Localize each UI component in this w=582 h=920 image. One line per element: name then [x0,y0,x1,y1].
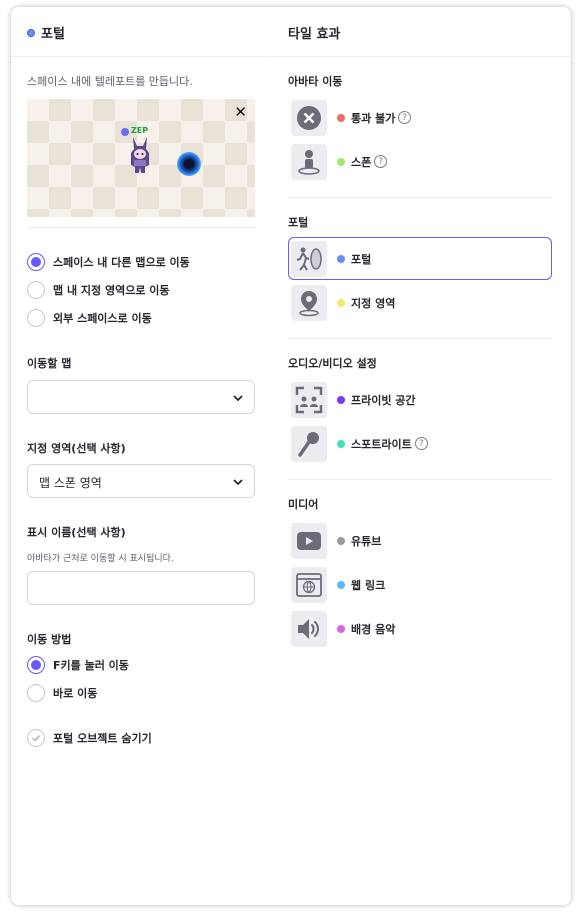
radio-selected[interactable] [27,253,45,271]
designated-area-label: 지정 영역(선택 사항) [27,442,126,455]
tile-effects-pane: 타일 효과 아바타 이동 통과 불가 ? 스폰 ? 포털 포털 지정 영역 오디… [272,7,571,905]
private-space-icon [291,381,327,418]
option-label: F키를 눌러 이동 [53,659,129,672]
tile-background-music[interactable]: 배경 음악 [288,607,552,650]
tile-color-dot [337,624,345,633]
help-icon[interactable]: ? [374,155,388,168]
category-title: 포털 [288,216,309,229]
tile-color-dot [337,439,345,448]
tile-color-dot [337,298,345,307]
divider [288,197,552,198]
portal-vortex-icon [177,152,201,176]
avatar-sprite-icon [131,137,149,173]
player-badge-icon [121,128,129,136]
tile-label: 지정 영역 [351,296,396,310]
portal-settings-pane: 포털 스페이스 내에 텔레포트를 만듭니다. ✕ ZEP 스페이스 내 다른 맵… [11,7,271,905]
move-method-instant[interactable]: 바로 이동 [27,684,97,702]
tile-no-entry[interactable]: 통과 불가 ? [288,96,552,139]
tile-label: 배경 음악 [351,622,396,636]
web-link-icon [291,566,327,603]
designated-area-select[interactable]: 맵 스폰 영역 [27,464,255,498]
tile-label: 웹 링크 [351,578,386,592]
move-method-press-f[interactable]: F키를 눌러 이동 [27,656,129,674]
spawn-person-icon [291,143,327,180]
divider [288,338,552,339]
help-icon[interactable]: ? [398,111,412,124]
tile-color-dot [337,157,345,166]
tile-web-link[interactable]: 웹 링크 [288,563,552,606]
player-name-label: ZEP [131,126,149,135]
tile-portal[interactable]: 포털 [288,237,552,280]
radio-unselected[interactable] [27,684,45,702]
no-entry-icon [291,99,327,136]
youtube-icon [291,522,327,559]
portal-runner-icon [291,240,327,277]
display-name-help: 아바타가 근처로 이동할 시 표시됩니다. [27,554,174,564]
tile-label: 스포트라이트 [351,437,412,451]
divider [288,479,552,480]
help-icon[interactable]: ? [414,437,428,450]
hide-portal-checkbox[interactable]: 포털 오브젝트 숨기기 [27,729,152,747]
radio-unselected[interactable] [27,309,45,327]
tile-designated-area[interactable]: 지정 영역 [288,281,552,324]
tile-color-dot [337,113,345,122]
radio-unselected[interactable] [27,281,45,299]
tile-label: 스폰 [351,155,372,169]
move-method-label: 이동 방법 [27,633,72,646]
option-label: 바로 이동 [53,687,98,700]
select-value: 맵 스폰 영역 [39,476,102,490]
radio-selected[interactable] [27,656,45,674]
tile-effect-panel: 포털 스페이스 내에 텔레포트를 만듭니다. ✕ ZEP 스페이스 내 다른 맵… [11,7,571,905]
option-label: 외부 스페이스로 이동 [53,312,152,325]
portal-color-dot [27,29,35,37]
category-title: 오디오/비디오 설정 [288,357,377,370]
chevron-down-icon [233,395,243,402]
divider [27,227,255,228]
tile-label: 포털 [351,252,372,266]
display-name-input[interactable] [27,571,255,605]
option-label: 스페이스 내 다른 맵으로 이동 [53,256,190,269]
tile-color-dot [337,536,345,545]
checkmark-icon[interactable] [27,729,45,747]
portal-settings-header: 포털 [11,7,271,57]
tile-label: 유튜브 [351,534,382,548]
tile-private-space[interactable]: 프라이빗 공간 [288,378,552,421]
destination-option-area-in-map[interactable]: 맵 내 지정 영역으로 이동 [27,281,170,299]
chevron-down-icon [233,479,243,486]
target-map-select[interactable] [27,380,255,414]
checkbox-label: 포털 오브젝트 숨기기 [53,732,152,745]
tile-label: 프라이빗 공간 [351,393,416,407]
microphone-icon [291,425,327,462]
display-name-label: 표시 이름(선택 사항) [27,526,126,539]
target-map-label: 이동할 맵 [27,357,72,370]
destination-option-external-space[interactable]: 외부 스페이스로 이동 [27,309,152,327]
tile-effects-header: 타일 효과 [272,7,571,57]
destination-option-other-map[interactable]: 스페이스 내 다른 맵으로 이동 [27,253,190,271]
category-title: 미디어 [288,498,319,511]
portal-description: 스페이스 내에 텔레포트를 만듭니다. [27,75,193,88]
option-label: 맵 내 지정 영역으로 이동 [53,284,170,297]
close-icon[interactable]: ✕ [234,103,247,121]
tile-spotlight[interactable]: 스포트라이트 ? [288,422,552,465]
tile-effects-title: 타일 효과 [288,27,341,42]
tile-spawn[interactable]: 스폰 ? [288,140,552,183]
category-title: 아바타 이동 [288,75,343,88]
speaker-icon [291,610,327,647]
tile-label: 통과 불가 [351,111,396,125]
tile-color-dot [337,254,345,263]
tile-color-dot [337,580,345,589]
tile-youtube[interactable]: 유튜브 [288,519,552,562]
map-pin-icon [291,284,327,321]
portal-preview: ✕ ZEP [27,99,255,217]
tile-color-dot [337,395,345,404]
portal-settings-title: 포털 [41,27,65,42]
